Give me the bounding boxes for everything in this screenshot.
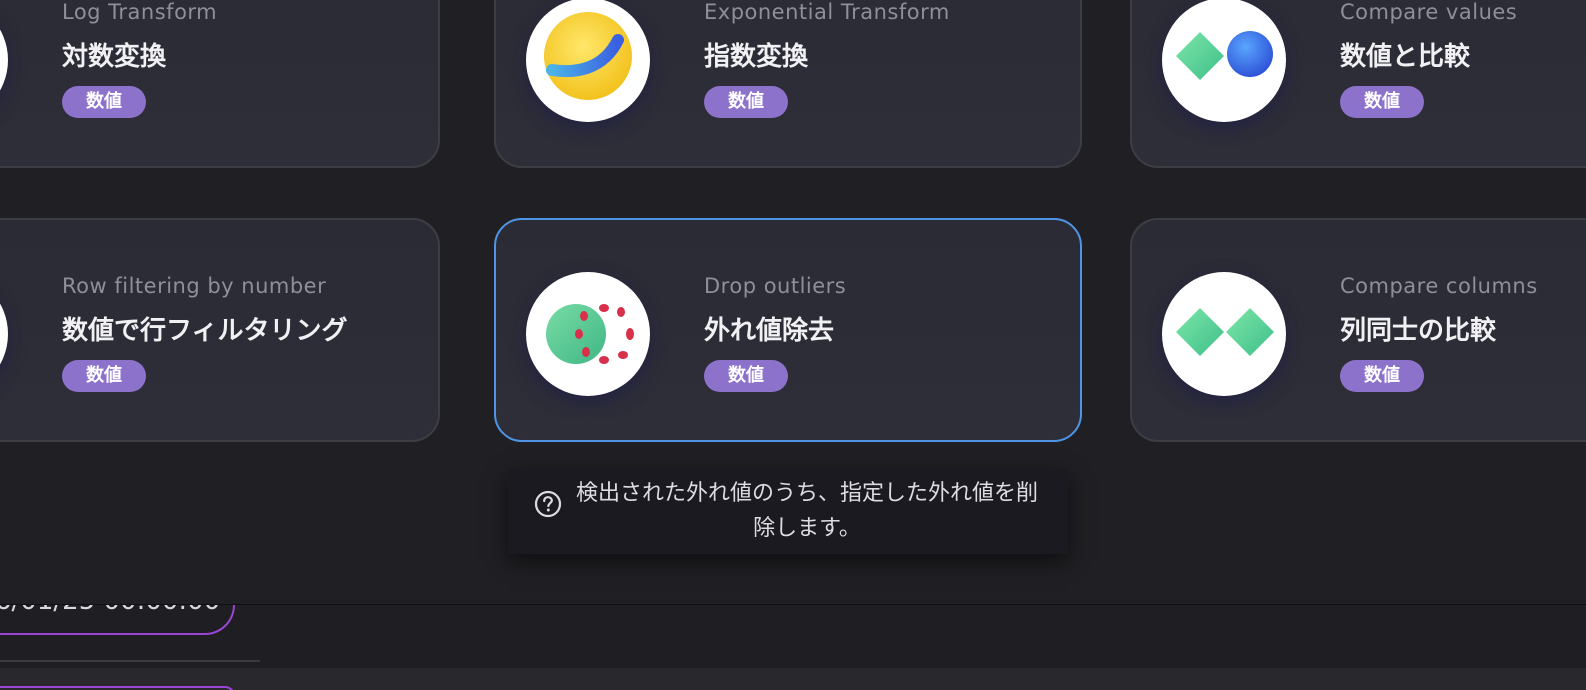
card-tag: 数値 <box>1340 86 1424 118</box>
card-compare-columns[interactable]: Compare columns 列同士の比較 数値 <box>1130 218 1586 442</box>
card-title-en: Log Transform <box>62 0 218 24</box>
transform-card-grid: Log Transform 対数変換 数値 Exponential Transf… <box>0 0 1586 605</box>
exponential-transform-icon <box>526 0 650 122</box>
log-transform-icon <box>0 0 8 122</box>
compare-values-icon <box>1162 0 1286 122</box>
tooltip-text: 検出された外れ値のうち、指定した外れ値を削除します。 <box>575 481 1038 541</box>
tooltip: 検出された外れ値のうち、指定した外れ値を削除します。 <box>508 468 1068 554</box>
divider <box>0 660 260 662</box>
card-title-en: Compare values <box>1340 0 1518 24</box>
card-title-en: Drop outliers <box>704 274 847 298</box>
bottom-strip <box>0 668 1586 690</box>
card-tag: 数値 <box>62 86 146 118</box>
card-compare-values[interactable]: Compare values 数値と比較 数値 <box>1130 0 1586 168</box>
row-filter-icon <box>0 272 8 396</box>
card-title-ja: 数値と比較 <box>1340 42 1471 72</box>
card-tag: 数値 <box>62 360 146 392</box>
card-exponential-transform[interactable]: Exponential Transform 指数変換 数値 <box>494 0 1082 168</box>
card-drop-outliers[interactable]: Drop outliers 外れ値除去 数値 <box>494 218 1082 442</box>
date-field-lower[interactable] <box>0 686 235 690</box>
drop-outliers-icon <box>526 272 650 396</box>
card-tag: 数値 <box>704 360 788 392</box>
card-tag: 数値 <box>1340 360 1424 392</box>
card-log-transform[interactable]: Log Transform 対数変換 数値 <box>0 0 440 168</box>
card-title-en: Row filtering by number <box>62 274 327 298</box>
compare-columns-icon <box>1162 272 1286 396</box>
card-title-ja: 外れ値除去 <box>704 316 835 346</box>
question-circle-icon <box>534 490 562 529</box>
card-title-ja: 数値で行フィルタリング <box>62 316 348 346</box>
card-row-filtering[interactable]: Row filtering by number 数値で行フィルタリング 数値 <box>0 218 440 442</box>
screen: 6/01/25 00:00:00 Log Transform 対数変換 数値 <box>0 0 1586 690</box>
card-tag: 数値 <box>704 86 788 118</box>
card-title-ja: 列同士の比較 <box>1340 316 1497 346</box>
card-title-en: Exponential Transform <box>704 0 950 24</box>
card-title-en: Compare columns <box>1340 274 1538 298</box>
card-title-ja: 対数変換 <box>62 42 167 72</box>
card-title-ja: 指数変換 <box>704 42 809 72</box>
